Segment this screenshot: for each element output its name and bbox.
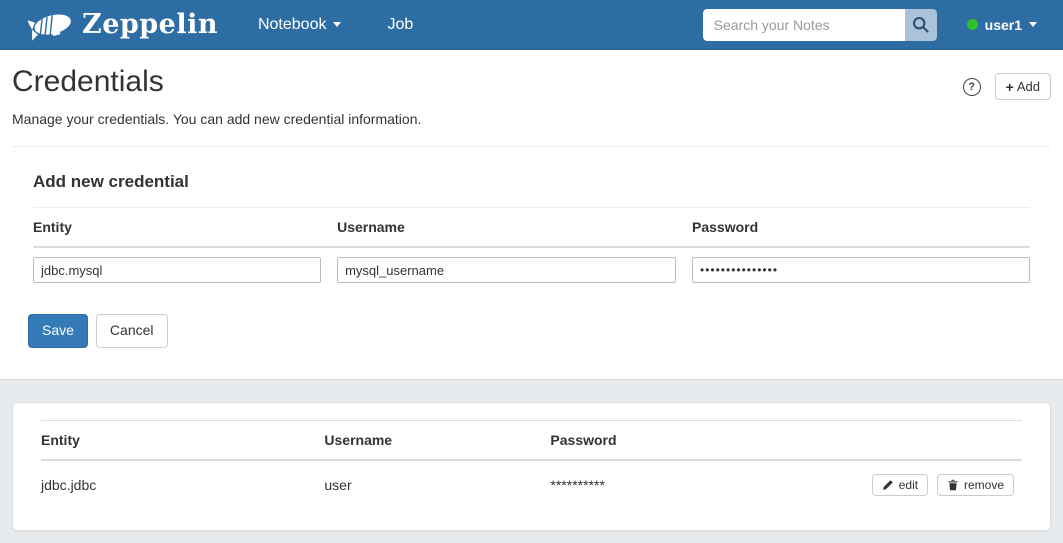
list-column-actions: [872, 420, 1022, 460]
form-column-username: Username: [337, 208, 692, 248]
form-column-entity: Entity: [33, 208, 337, 248]
trash-icon: [947, 479, 959, 491]
brand-title: Zeppelin: [82, 11, 218, 38]
form-inputs-row: [33, 247, 1030, 292]
table-row: jdbc.jdbc user ********** edit: [41, 460, 1022, 509]
search-button[interactable]: [905, 9, 937, 41]
top-navbar: Zeppelin Notebook Job user1: [0, 0, 1063, 50]
zeppelin-home-link[interactable]: Zeppelin: [28, 9, 218, 41]
zeppelin-blimp-icon: [28, 9, 74, 41]
list-column-username: Username: [324, 420, 550, 460]
page-subtitle: Manage your credentials. You can add new…: [12, 111, 1051, 127]
nav-job-label: Job: [387, 16, 413, 34]
header-actions: ? + Add: [963, 65, 1051, 100]
add-credential-form: Add new credential Entity Username Passw…: [33, 172, 1030, 348]
search-input[interactable]: [703, 9, 905, 41]
chevron-down-icon: [333, 22, 341, 27]
entity-input[interactable]: [33, 257, 321, 283]
main-nav: Notebook Job: [244, 6, 445, 44]
user-name: user1: [985, 17, 1022, 33]
user-menu[interactable]: user1: [967, 17, 1037, 33]
save-button[interactable]: Save: [28, 314, 88, 348]
form-heading: Add new credential: [33, 172, 1030, 192]
form-column-password: Password: [692, 208, 1030, 248]
form-actions: Save Cancel: [28, 314, 1030, 348]
username-input[interactable]: [337, 257, 676, 283]
pencil-icon: [882, 479, 894, 491]
form-table: Entity Username Password: [33, 207, 1030, 292]
help-icon[interactable]: ?: [963, 78, 981, 96]
credential-actions: edit remove: [872, 460, 1022, 509]
nav-job[interactable]: Job: [373, 6, 427, 44]
edit-button-label: edit: [899, 478, 918, 492]
credentials-list-section: Entity Username Password jdbc.jdbc user …: [0, 379, 1063, 543]
credential-password-masked: **********: [550, 460, 871, 509]
credential-username: user: [324, 460, 550, 509]
chevron-down-icon: [1029, 22, 1037, 27]
add-credential-button[interactable]: + Add: [995, 73, 1051, 100]
list-column-entity: Entity: [41, 420, 324, 460]
remove-button-label: remove: [964, 478, 1004, 492]
credential-entity: jdbc.jdbc: [41, 460, 324, 509]
remove-button[interactable]: remove: [937, 474, 1014, 496]
add-button-label: Add: [1017, 79, 1040, 94]
credentials-card: Entity Username Password jdbc.jdbc user …: [12, 402, 1051, 531]
page-title: Credentials: [12, 65, 164, 98]
header-divider: [12, 146, 1051, 147]
notes-search: [703, 9, 937, 41]
password-input[interactable]: [692, 257, 1030, 283]
credentials-table: Entity Username Password jdbc.jdbc user …: [41, 420, 1022, 509]
nav-notebook-label: Notebook: [258, 16, 327, 34]
search-icon: [912, 16, 930, 34]
user-status-dot: [967, 19, 978, 30]
edit-button[interactable]: edit: [872, 474, 928, 496]
list-column-password: Password: [550, 420, 871, 460]
page-header: Credentials ? + Add: [12, 50, 1051, 100]
plus-icon: +: [1006, 80, 1014, 94]
credentials-page: Credentials ? + Add Manage your credenti…: [0, 50, 1063, 348]
nav-notebook-dropdown[interactable]: Notebook: [244, 6, 356, 44]
cancel-button[interactable]: Cancel: [96, 314, 168, 348]
